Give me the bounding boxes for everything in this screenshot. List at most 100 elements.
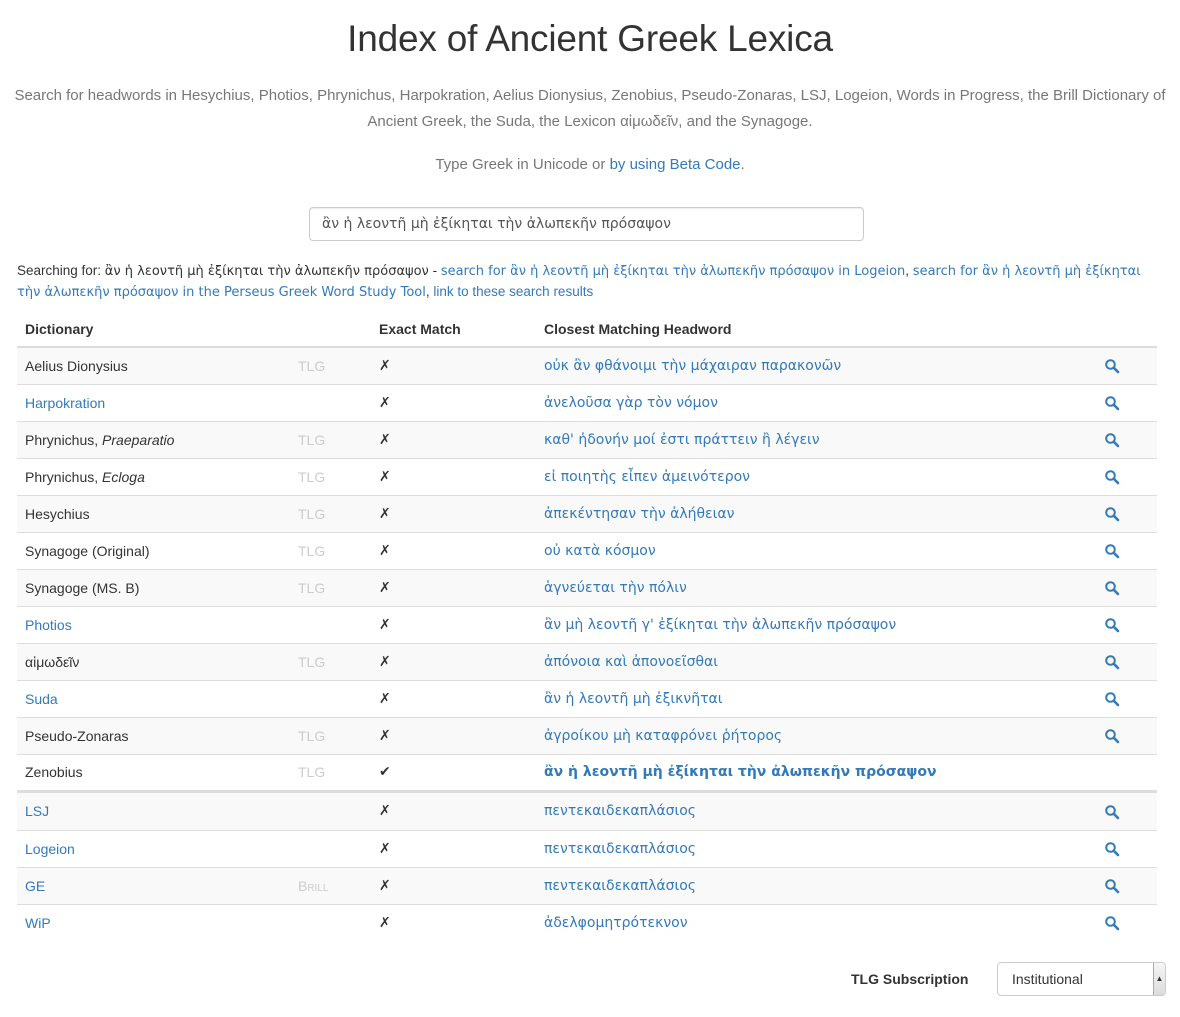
logeion-search-link[interactable]: search for ἂν ἡ λεοντῆ μὴ ἐξίκηται τὴν ἀ… <box>441 264 905 279</box>
header-exact-match: Exact Match <box>371 312 536 348</box>
table-row: Phrynichus, Ecloga TLG ✗ εἰ ποιητὴς εἶπεν ἀ… <box>17 457 1157 495</box>
dictionary-link[interactable]: WiP <box>25 915 51 931</box>
headword-link[interactable]: εἰ ποιητὴς εἶπεν ἀμεινότερον <box>544 469 750 485</box>
headword-link[interactable]: πεντεκαιδεκαπλάσιος <box>544 803 696 819</box>
dictionary-cell: WiP <box>17 903 290 941</box>
search-icon[interactable] <box>1104 542 1120 559</box>
dictionary-name: Phrynichus, <box>25 468 103 485</box>
search-action-cell <box>1096 903 1157 941</box>
searching-term: ἂν ἡ λεοντῆ μὴ ἐξίκηται τὴν ἀλωπεκῆν πρό… <box>104 264 429 279</box>
headword-cell: πεντεκαιδεκαπλάσιος <box>536 866 1096 904</box>
exact-match-mark: ✗ <box>371 789 536 830</box>
dictionary-link[interactable]: Harpokration <box>25 395 105 411</box>
headword-cell: ἂν ἡ λεοντῆ μὴ ἐξίκηται τὴν ἀλωπεκῆν πρό… <box>536 753 1096 791</box>
headword-cell: εἰ ποιητὴς εἶπεν ἀμεινότερον <box>536 457 1096 495</box>
dictionary-cell: Harpokration <box>17 383 290 421</box>
dropdown-arrow-icon[interactable]: ▲ <box>1153 963 1165 995</box>
beta-code-link[interactable]: by using Beta Code <box>610 156 741 173</box>
search-icon[interactable] <box>1104 357 1120 374</box>
table-row: Phrynichus, Praeparatio TLG ✗ καθ' ἡδονήν μ… <box>17 420 1157 458</box>
search-input[interactable] <box>309 207 864 241</box>
table-row: WiP ✗ ἀδελφομητρότεκνον <box>17 903 1157 941</box>
dictionary-link[interactable]: LSJ <box>25 803 49 819</box>
headword-link[interactable]: καθ' ἡδονήν μοί ἐστι πράττειν ἢ λέγειν <box>544 432 820 448</box>
dictionary-link[interactable]: Photios <box>25 617 72 633</box>
headword-link[interactable]: ἁγνεύεται τὴν πόλιν <box>544 580 687 596</box>
dictionary-cell: Phrynichus, Ecloga <box>17 457 290 495</box>
search-icon[interactable] <box>1104 431 1120 448</box>
dictionary-name: Phrynichus, <box>25 431 103 448</box>
search-action-cell <box>1096 829 1157 867</box>
search-action-cell <box>1096 346 1157 384</box>
search-icon[interactable] <box>1104 690 1120 707</box>
tlg-subscription-select[interactable]: Institutional ▲ <box>997 962 1166 996</box>
source-badge: TLG <box>290 716 371 754</box>
dictionary-cell: Suda <box>17 679 290 717</box>
exact-match-mark: ✗ <box>371 346 536 384</box>
headword-link[interactable]: ἂν ἡ λεοντῆ μὴ ἐξίκηται τὴν ἀλωπεκῆν πρό… <box>544 764 937 780</box>
search-icon[interactable] <box>1104 394 1120 411</box>
dictionary-link[interactable]: Suda <box>25 691 58 707</box>
dictionary-name: αἱμωδεῖν <box>25 653 80 670</box>
dictionary-cell: Phrynichus, Praeparatio <box>17 420 290 458</box>
search-icon[interactable] <box>1104 468 1120 485</box>
table-row: Hesychius TLG ✗ ἀπεκέντησαν τὴν ἀλήθειαν <box>17 494 1157 532</box>
headword-link[interactable]: ἀνελοῦσα γὰρ τὸν νόμον <box>544 395 718 411</box>
headword-cell: ἀπεκέντησαν τὴν ἀλήθειαν <box>536 494 1096 532</box>
source-badge: TLG <box>290 346 371 384</box>
search-action-cell <box>1096 457 1157 495</box>
search-icon[interactable] <box>1104 505 1120 522</box>
headword-link[interactable]: πεντεκαιδεκαπλάσιος <box>544 841 696 857</box>
source-badge <box>290 605 371 643</box>
search-icon[interactable] <box>1104 802 1120 819</box>
dictionary-work: Praeparatio <box>102 431 175 448</box>
headword-cell: ἀνελοῦσα γὰρ τὸν νόμον <box>536 383 1096 421</box>
dictionary-cell: Pseudo-Zonaras <box>17 716 290 754</box>
source-badge: TLG <box>290 420 371 458</box>
exact-match-mark: ✗ <box>371 866 536 904</box>
results-permalink[interactable]: link to these search results <box>433 284 593 299</box>
headword-link[interactable]: πεντεκαιδεκαπλάσιος <box>544 878 696 894</box>
unicode-suffix: . <box>740 156 745 173</box>
headword-link[interactable]: ἂν μὴ λεοντῆ γ' ἐξίκηται τὴν ἀλωπεκῆν πρ… <box>544 617 896 633</box>
headword-link[interactable]: οὐ κατὰ κόσμον <box>544 543 656 559</box>
dictionary-cell: Aelius Dionysius <box>17 346 290 384</box>
headword-link[interactable]: ἀπεκέντησαν τὴν ἀλήθειαν <box>544 506 734 522</box>
table-row: αἱμωδεῖν TLG ✗ ἀπόνοια καὶ ἀπονοεῖσθαι <box>17 642 1157 680</box>
search-icon[interactable] <box>1104 579 1120 596</box>
source-badge: Brill <box>290 866 371 904</box>
search-action-cell <box>1096 531 1157 569</box>
dictionary-cell: Synagoge (MS. B) <box>17 568 290 606</box>
headword-link[interactable]: ἀδελφομητρότεκνον <box>544 915 688 931</box>
search-icon[interactable] <box>1104 616 1120 633</box>
exact-match-mark: ✗ <box>371 494 536 532</box>
source-badge <box>290 383 371 421</box>
search-icon[interactable] <box>1104 840 1120 857</box>
search-icon[interactable] <box>1104 727 1120 744</box>
headword-link[interactable]: ἀγροίκου μὴ καταφρόνει ῥήτορος <box>544 728 782 744</box>
search-action-cell <box>1096 642 1157 680</box>
search-icon[interactable] <box>1104 653 1120 670</box>
headword-link[interactable]: ἀπόνοια καὶ ἀπονοεῖσθαι <box>544 654 718 670</box>
search-icon[interactable] <box>1104 877 1120 894</box>
exact-match-mark: ✗ <box>371 383 536 421</box>
headword-link[interactable]: ἂν ἡ λεοντῆ μὴ ἐξικνῆται <box>544 691 723 707</box>
headword-link[interactable]: οὐκ ἂν φθάνοιμι τὴν μάχαιραν παρακονῶν <box>544 358 841 374</box>
dictionary-name: Zenobius <box>25 764 83 780</box>
table-row: Harpokration ✗ ἀνελοῦσα γὰρ τὸν νόμον <box>17 383 1157 421</box>
dictionary-cell: Hesychius <box>17 494 290 532</box>
exact-match-mark: ✗ <box>371 457 536 495</box>
source-badge: TLG <box>290 457 371 495</box>
search-status: Searching for: ἂν ἡ λεοντῆ μὴ ἐξίκηται τ… <box>17 261 1157 303</box>
search-action-cell <box>1096 716 1157 754</box>
headword-cell: οὐκ ἂν φθάνοιμι τὴν μάχαιραν παρακονῶν <box>536 346 1096 384</box>
headword-cell: ἀπόνοια καὶ ἀπονοεῖσθαι <box>536 642 1096 680</box>
search-icon[interactable] <box>1104 914 1120 931</box>
dictionary-link[interactable]: GE <box>25 878 45 894</box>
unicode-instructions: Type Greek in Unicode or by using Beta C… <box>0 156 1180 173</box>
exact-match-mark: ✗ <box>371 829 536 867</box>
headword-cell: ἀδελφομητρότεκνον <box>536 903 1096 941</box>
dictionary-link[interactable]: Logeion <box>25 841 75 857</box>
table-row: Aelius Dionysius TLG ✗ οὐκ ἂν φθάνοιμι τὴν … <box>17 346 1157 384</box>
dictionary-cell: Logeion <box>17 829 290 867</box>
